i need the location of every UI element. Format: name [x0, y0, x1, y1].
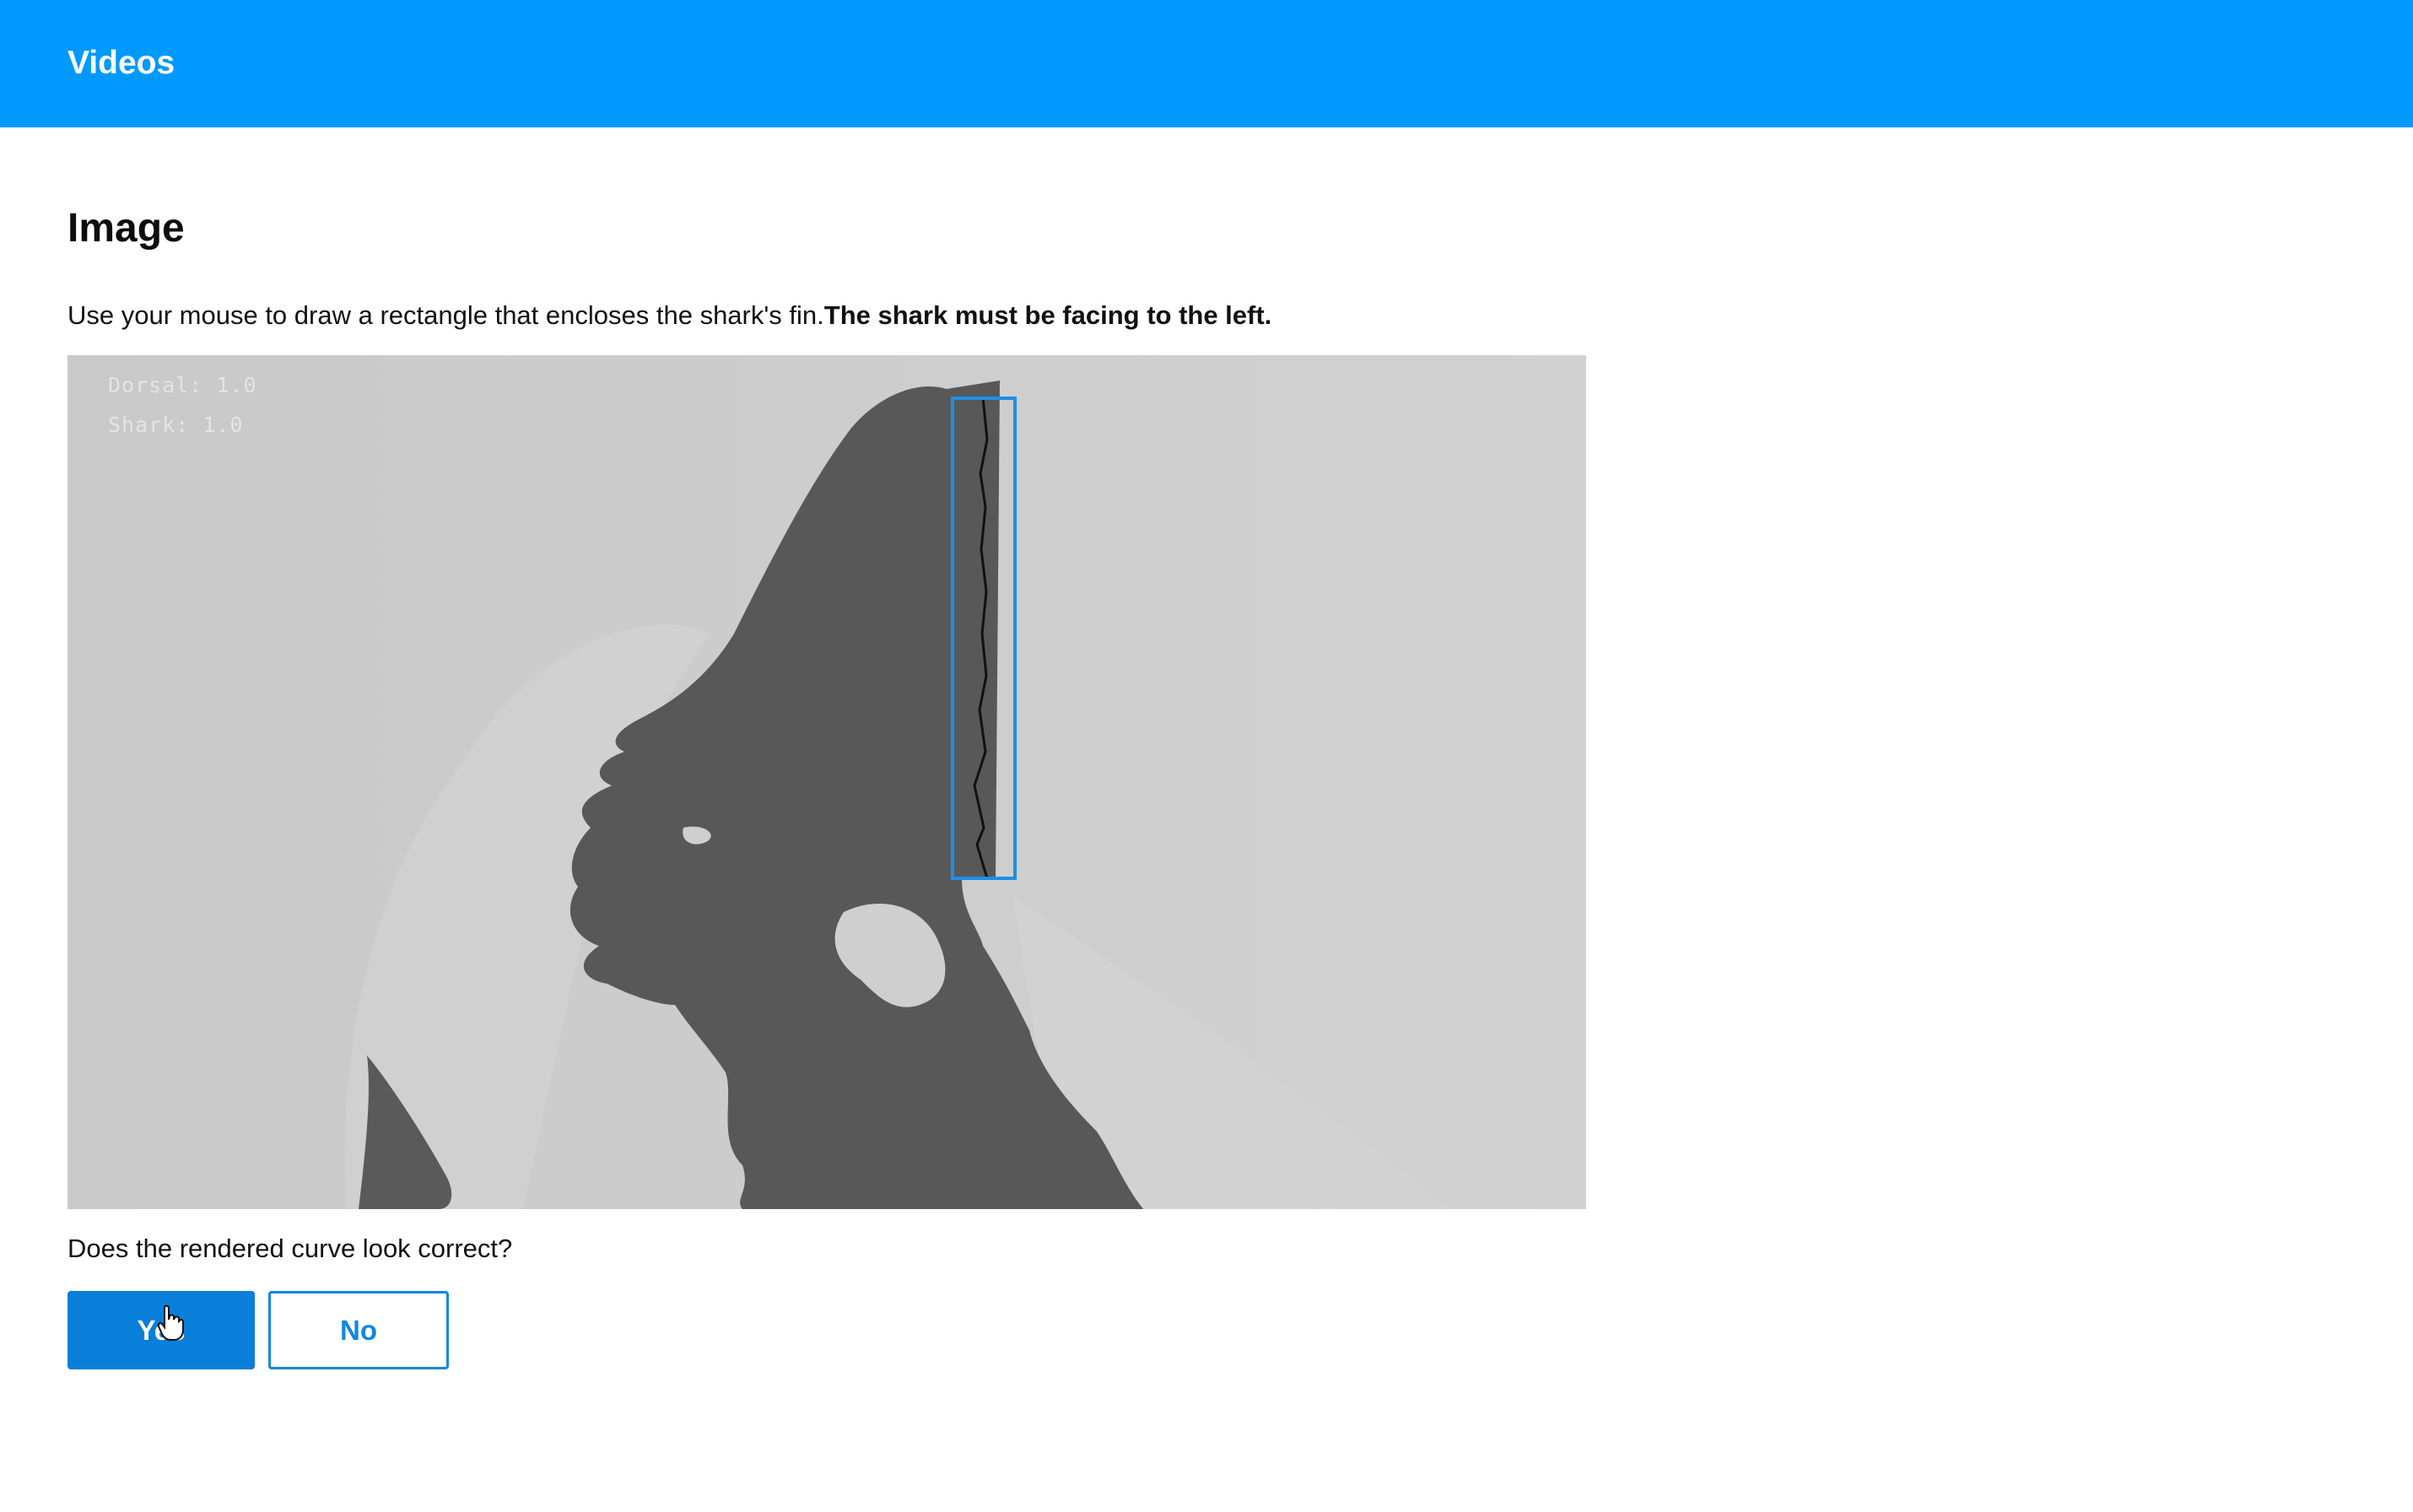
confirmation-question: Does the rendered curve look correct?	[67, 1234, 513, 1263]
instruction-emphasis: The shark must be facing to the left.	[823, 300, 1272, 330]
top-app-bar: Videos	[0, 0, 2413, 127]
no-button-label: No	[340, 1314, 377, 1346]
page-title: Image	[67, 206, 185, 251]
hand-pointer-cursor-icon	[157, 1304, 184, 1341]
instructions: Use your mouse to draw a rectangle that …	[67, 295, 1271, 336]
fin-selection-rectangle[interactable]	[951, 397, 1017, 880]
shark-fin-image-canvas[interactable]: Dorsal: 1.0 Shark: 1.0	[67, 355, 1586, 1209]
dorsal-score-label: Dorsal: 1.0	[108, 373, 257, 397]
app-title: Videos	[67, 45, 175, 81]
shark-score-label: Shark: 1.0	[108, 413, 244, 437]
instruction-text: Use your mouse to draw a rectangle that …	[67, 300, 824, 330]
no-button[interactable]: No	[268, 1291, 449, 1369]
shark-fin-image	[67, 355, 1586, 1209]
